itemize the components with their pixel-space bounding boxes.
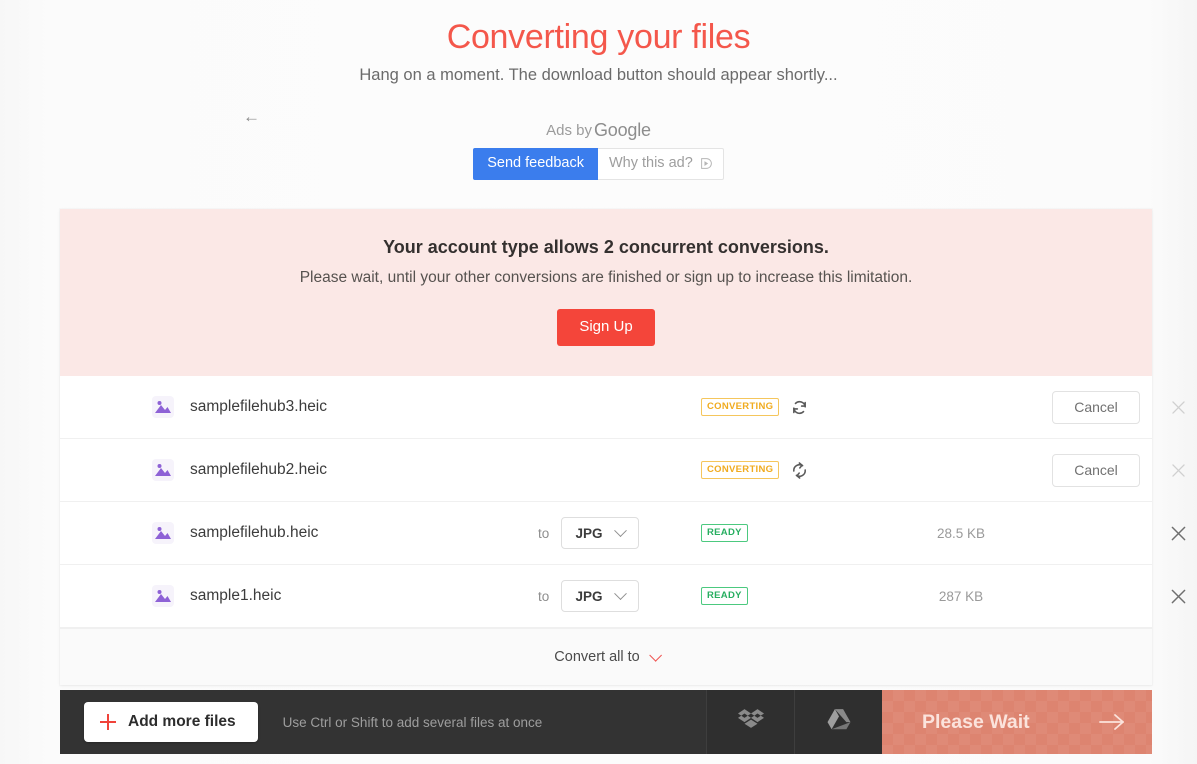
- image-file-icon: [150, 520, 176, 546]
- page-header: Converting your files Hang on a moment. …: [0, 0, 1197, 86]
- status-badge: CONVERTING: [701, 461, 780, 479]
- remove-file-icon[interactable]: [1167, 459, 1189, 481]
- why-this-ad-button[interactable]: Why this ad?: [597, 148, 724, 180]
- file-name: samplefilehub2.heic: [190, 461, 328, 478]
- status-badge: READY: [701, 524, 748, 542]
- status-badge: CONVERTING: [701, 398, 780, 416]
- to-label: to: [538, 588, 550, 604]
- convert-all-to-label: Convert all to: [554, 649, 640, 665]
- image-file-icon: [150, 457, 176, 483]
- file-name: samplefilehub.heic: [190, 524, 319, 541]
- to-label: to: [538, 525, 550, 541]
- output-format-value: JPG: [575, 525, 603, 541]
- banner-subtitle: Please wait, until your other conversion…: [299, 269, 913, 286]
- cancel-button[interactable]: Cancel: [1052, 390, 1140, 424]
- file-name: samplefilehub3.heic: [190, 398, 328, 415]
- multi-select-hint: Use Ctrl or Shift to add several files a…: [282, 714, 543, 730]
- page-subtitle: Hang on a moment. The download button sh…: [359, 66, 838, 84]
- ad-buttons: Send feedback Why this ad?: [0, 148, 1197, 180]
- file-list: samplefilehub3.heic CONVERTING Cancel sa…: [60, 376, 1185, 628]
- bottom-action-bar: Add more files Use Ctrl or Shift to add …: [60, 690, 1152, 754]
- table-row: samplefilehub.heic to JPG READY 28.5 KB: [60, 502, 1185, 565]
- bottom-bar-left: Add more files Use Ctrl or Shift to add …: [60, 690, 706, 754]
- google-drive-icon: [826, 707, 852, 738]
- banner-title: Your account type allows 2 concurrent co…: [383, 237, 829, 257]
- arrow-right-icon: [1098, 711, 1126, 733]
- google-drive-upload-button[interactable]: [794, 690, 882, 754]
- remove-file-icon[interactable]: [1167, 585, 1189, 607]
- conversion-card: Your account type allows 2 concurrent co…: [60, 209, 1185, 685]
- file-size: 287 KB: [938, 588, 984, 604]
- converting-spinner-icon: [791, 399, 808, 416]
- output-format-select[interactable]: JPG: [561, 580, 639, 612]
- send-feedback-button[interactable]: Send feedback: [473, 148, 598, 180]
- table-row: samplefilehub2.heic CONVERTING Cancel: [60, 439, 1185, 502]
- account-limit-banner: Your account type allows 2 concurrent co…: [60, 209, 1152, 376]
- status-badge: READY: [701, 587, 748, 605]
- file-size: 28.5 KB: [936, 525, 986, 541]
- ads-by-brand: Google: [594, 120, 651, 140]
- page-root: Converting your files Hang on a moment. …: [0, 0, 1197, 764]
- ad-choices-icon: [700, 157, 713, 170]
- cancel-button[interactable]: Cancel: [1052, 453, 1140, 487]
- table-row: sample1.heic to JPG READY 287 KB: [60, 565, 1185, 628]
- add-more-files-button[interactable]: Add more files: [84, 702, 258, 742]
- output-format-value: JPG: [575, 588, 603, 604]
- ads-by-label: Ads by Google: [0, 120, 1197, 141]
- converting-spinner-icon: [788, 458, 812, 482]
- image-file-icon: [150, 583, 176, 609]
- ad-strip: ← Ads by Google Send feedback Why this ad…: [0, 96, 1197, 180]
- convert-all-to-button[interactable]: Convert all to: [60, 628, 1152, 685]
- why-this-ad-label: Why this ad?: [608, 155, 693, 171]
- sign-up-button[interactable]: Sign Up: [557, 309, 655, 346]
- table-row: samplefilehub3.heic CONVERTING Cancel: [60, 376, 1185, 439]
- plus-icon: [100, 714, 116, 730]
- chevron-down-icon: [613, 523, 627, 537]
- chevron-down-icon: [613, 586, 627, 600]
- file-name: sample1.heic: [190, 587, 282, 604]
- chevron-down-icon: [648, 648, 662, 662]
- please-wait-label: Please Wait: [922, 710, 1030, 733]
- ads-by-prefix: Ads by: [546, 122, 592, 139]
- remove-file-icon[interactable]: [1167, 522, 1189, 544]
- dropbox-icon: [737, 707, 764, 738]
- remove-file-icon[interactable]: [1167, 396, 1189, 418]
- add-more-files-label: Add more files: [128, 713, 236, 730]
- output-format-select[interactable]: JPG: [561, 517, 639, 549]
- please-wait-button: Please Wait: [882, 690, 1152, 754]
- dropbox-upload-button[interactable]: [706, 690, 794, 754]
- page-title: Converting your files: [446, 18, 751, 56]
- image-file-icon: [150, 394, 176, 420]
